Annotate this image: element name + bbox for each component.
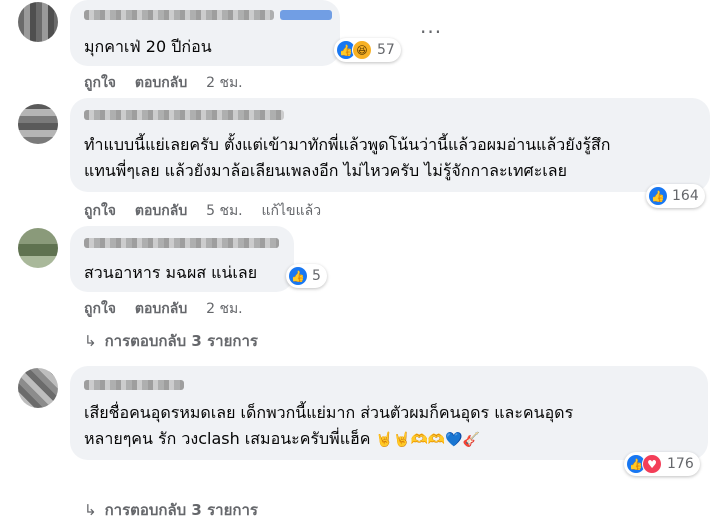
more-options-icon[interactable]: ··· (420, 20, 442, 44)
avatar[interactable] (18, 2, 58, 42)
haha-reaction-icon: 😆 (352, 40, 372, 60)
reply-button[interactable]: ตอบกลับ (135, 203, 187, 219)
heart-hands-emoji: 🫶 (427, 432, 446, 448)
comment-bubble: เสียชื่อคนอุดรหมดเลย เด็กพวกนี้แย่มาก ส่… (70, 366, 708, 460)
rock-hand-emoji: 🤘 (375, 432, 394, 448)
timestamp[interactable]: 2 ชม. (206, 301, 243, 317)
reply-arrow-icon: ↳ (84, 501, 97, 519)
reply-arrow-icon: ↳ (84, 332, 97, 350)
reaction-summary[interactable]: 👍 164 (646, 184, 705, 208)
reaction-count: 57 (377, 42, 395, 58)
comment-text: มุกคาเฟ่ 20 ปีก่อน (84, 37, 212, 56)
reply-button[interactable]: ตอบกลับ (135, 75, 187, 91)
reaction-count: 176 (667, 456, 694, 472)
comment-actions: ถูกใจ ตอบกลับ 2 ชม. (84, 72, 257, 94)
comment-text-line-2: หลายๆคน รัก วงclash เสมอนะครับพี่แฮ็ค 🤘🤘… (84, 426, 480, 453)
reply-button[interactable]: ตอบกลับ (135, 301, 187, 317)
comment-text-line-2: แทนพี่ๆเลย แล้วยังมาล้อเลียนเพลงอีก ไม่ไ… (84, 161, 567, 180)
like-reaction-icon: 👍 (649, 187, 667, 205)
like-reaction-icon: 👍 (289, 267, 307, 285)
comment-bubble: ทำแบบนี้แย่เลยครับ ตั้งแต่เข้ามาทักพี่แล… (70, 98, 710, 192)
replies-count-label: การตอบกลับ 3 รายการ (104, 501, 258, 519)
commenter-badge (280, 10, 332, 20)
reaction-summary[interactable]: 👍 5 (286, 264, 327, 288)
replies-count-label: การตอบกลับ 3 รายการ (104, 332, 258, 350)
commenter-name[interactable] (84, 238, 279, 248)
avatar[interactable] (18, 228, 58, 268)
view-replies-link[interactable]: ↳ การตอบกลับ 3 รายการ (84, 329, 258, 353)
comment-bubble: มุกคาเฟ่ 20 ปีก่อน (70, 0, 340, 66)
love-reaction-icon: ♥ (642, 454, 662, 474)
comment-text-line-1: เสียชื่อคนอุดรหมดเลย เด็กพวกนี้แย่มาก ส่… (84, 403, 574, 422)
comment-text: สวนอาหาร มฉผส แน่เลย (84, 263, 258, 282)
avatar[interactable] (18, 368, 58, 408)
reaction-count: 164 (672, 188, 699, 204)
comment-bubble: สวนอาหาร มฉผส แน่เลย (70, 226, 294, 292)
commenter-name[interactable] (84, 380, 184, 390)
reaction-count: 5 (312, 268, 321, 284)
like-button[interactable]: ถูกใจ (84, 203, 116, 219)
comment-actions: ถูกใจ ตอบกลับ 5 ชม. แก้ไขแล้ว (84, 200, 335, 222)
comment-text-line-2-text: หลายๆคน รัก วงclash เสมอนะครับพี่แฮ็ค (84, 429, 371, 448)
reaction-summary[interactable]: 👍 😆 57 (334, 38, 401, 62)
like-button[interactable]: ถูกใจ (84, 75, 116, 91)
timestamp[interactable]: 5 ชม. (206, 203, 243, 219)
edited-label[interactable]: แก้ไขแล้ว (262, 203, 322, 219)
view-replies-link[interactable]: ↳ การตอบกลับ 3 รายการ (84, 498, 258, 522)
timestamp[interactable]: 2 ชม. (206, 75, 243, 91)
rock-hand-emoji: 🤘 (393, 432, 411, 448)
blue-heart-emoji: 💙 (445, 432, 463, 448)
guitar-emoji: 🎸 (462, 432, 481, 448)
commenter-name[interactable] (84, 110, 284, 120)
commenter-name[interactable] (84, 10, 274, 20)
reaction-summary[interactable]: 👍 ♥ 176 (624, 452, 700, 476)
heart-hands-emoji: 🫶 (410, 432, 428, 448)
comment-actions: ถูกใจ ตอบกลับ 2 ชม. (84, 298, 257, 320)
avatar[interactable] (18, 104, 58, 144)
like-button[interactable]: ถูกใจ (84, 301, 116, 317)
comment-text-line-1: ทำแบบนี้แย่เลยครับ ตั้งแต่เข้ามาทักพี่แล… (84, 135, 611, 154)
